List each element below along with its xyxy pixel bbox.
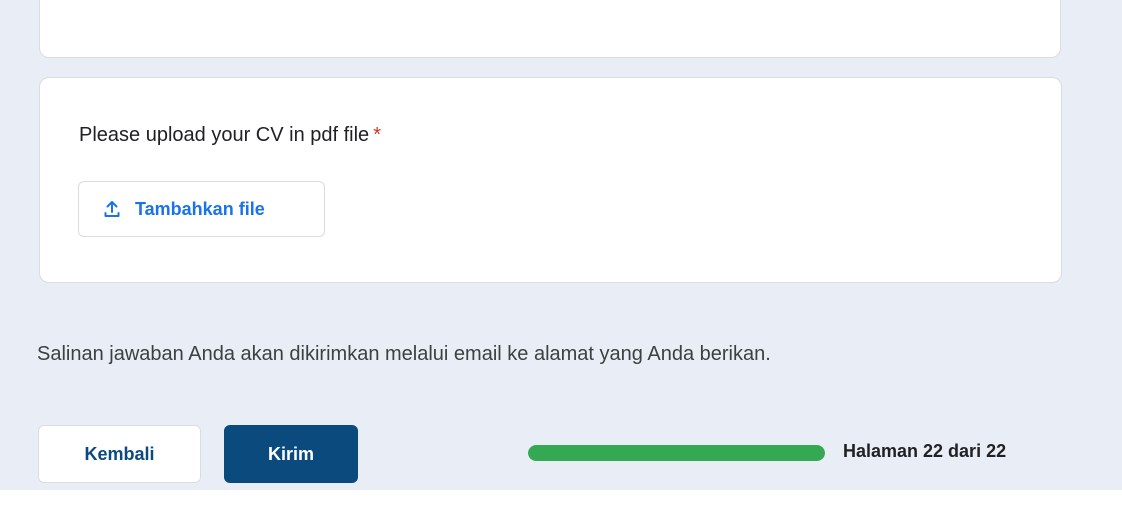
progress-bar xyxy=(528,445,825,461)
page-indicator: Halaman 22 dari 22 xyxy=(843,441,1007,461)
required-asterisk: * xyxy=(373,124,381,146)
upload-icon xyxy=(104,201,120,217)
add-file-label: Tambahkan file xyxy=(135,198,265,219)
question-title-text: Please upload your CV in pdf file xyxy=(79,124,370,146)
bottom-strip xyxy=(0,490,1122,515)
back-button-label: Kembali xyxy=(84,443,155,464)
submit-button[interactable]: Kirim xyxy=(224,425,358,483)
upload-question-card: Please upload your CV in pdf file * Tamba… xyxy=(39,77,1062,283)
back-button[interactable]: Kembali xyxy=(38,425,201,483)
submit-button-label: Kirim xyxy=(267,443,314,464)
add-file-button[interactable]: Tambahkan file xyxy=(78,181,325,237)
question-title: Please upload your CV in pdf file * xyxy=(79,124,381,147)
progress-bar-fill xyxy=(528,445,825,461)
response-copy-note: Salinan jawaban Anda akan dikirimkan mel… xyxy=(37,343,771,365)
previous-question-card xyxy=(39,0,1061,58)
